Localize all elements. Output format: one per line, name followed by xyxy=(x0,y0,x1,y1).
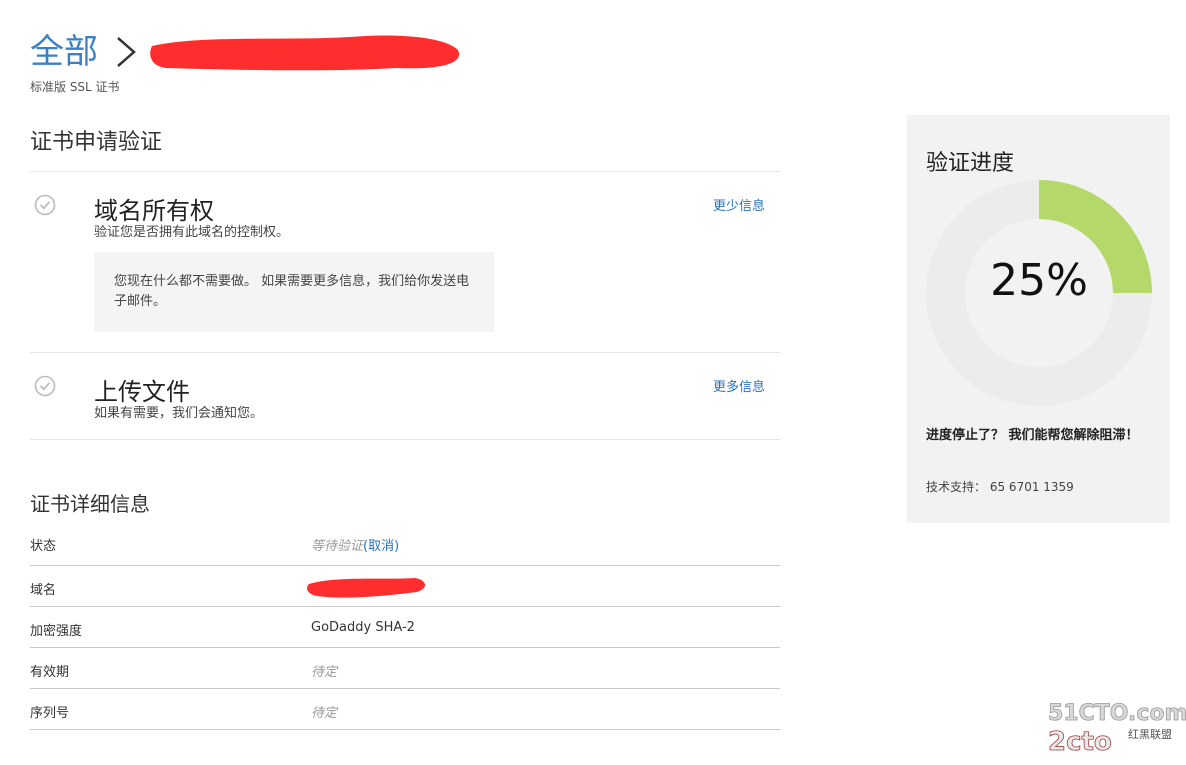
breadcrumb-root-link[interactable]: 全部 xyxy=(30,30,98,74)
details-label: 加密强度 xyxy=(30,624,83,639)
check-circle-icon xyxy=(34,194,56,216)
stalled-help-text: 进度停止了？ 我们能帮您解除阻滞！ xyxy=(926,428,1139,443)
details-section-title: 证书详细信息 xyxy=(30,492,150,516)
more-info-link[interactable]: 更多信息 xyxy=(713,376,765,395)
support-label: 技术支持： xyxy=(926,480,987,494)
details-value: 等待验证(取消) xyxy=(311,535,399,554)
step-domain-ownership-desc: 验证您是否拥有此域名的控制权。 xyxy=(94,225,290,240)
divider xyxy=(30,171,780,172)
verification-section-title: 证书申请验证 xyxy=(30,130,163,155)
redacted-domain-scribble xyxy=(150,35,460,71)
status-pending-text: 等待验证 xyxy=(311,539,364,554)
divider xyxy=(30,647,780,648)
divider xyxy=(30,565,780,566)
progress-panel: 验证进度 25% 进度停止了？ 我们能帮您解除阻滞！ 技术支持： 65 6701… xyxy=(907,115,1170,523)
breadcrumb: 全部 xyxy=(30,30,466,74)
details-label: 状态 xyxy=(30,539,57,554)
product-subtitle: 标准版 SSL 证书 xyxy=(30,80,120,94)
details-label: 域名 xyxy=(30,583,57,598)
details-value: GoDaddy SHA-2 xyxy=(311,620,415,635)
support-line: 技术支持： 65 6701 1359 xyxy=(926,478,1074,495)
support-phone: 65 6701 1359 xyxy=(989,480,1074,494)
step-upload-file-desc: 如果有需要，我们会通知您。 xyxy=(94,406,264,421)
watermark-text-2: 2cto xyxy=(1048,727,1112,757)
progress-percent: 25% xyxy=(990,255,1088,306)
redacted-domain-scribble xyxy=(307,578,426,598)
chevron-right-icon xyxy=(117,37,136,67)
divider xyxy=(30,729,780,730)
divider xyxy=(30,688,780,689)
details-value: 待定 xyxy=(311,665,338,680)
details-value: 待定 xyxy=(311,706,338,721)
details-label: 序列号 xyxy=(30,706,70,721)
less-info-link[interactable]: 更少信息 xyxy=(713,195,765,214)
details-label: 有效期 xyxy=(30,665,70,680)
divider xyxy=(30,352,780,353)
watermark-text-1: 51CTO.com xyxy=(1048,701,1186,726)
progress-title: 验证进度 xyxy=(926,151,1015,176)
site-watermark-logo: 51CTO.com 2cto 红黑联盟 xyxy=(1048,701,1186,758)
check-circle-icon xyxy=(34,375,56,397)
divider xyxy=(30,606,780,607)
divider xyxy=(30,439,780,440)
watermark-text-3: 红黑联盟 xyxy=(1128,728,1172,741)
step-info-note: 您现在什么都不需要做。 如果需要更多信息，我们给你发送电子邮件。 xyxy=(94,252,494,332)
cancel-link[interactable]: (取消) xyxy=(363,539,399,554)
